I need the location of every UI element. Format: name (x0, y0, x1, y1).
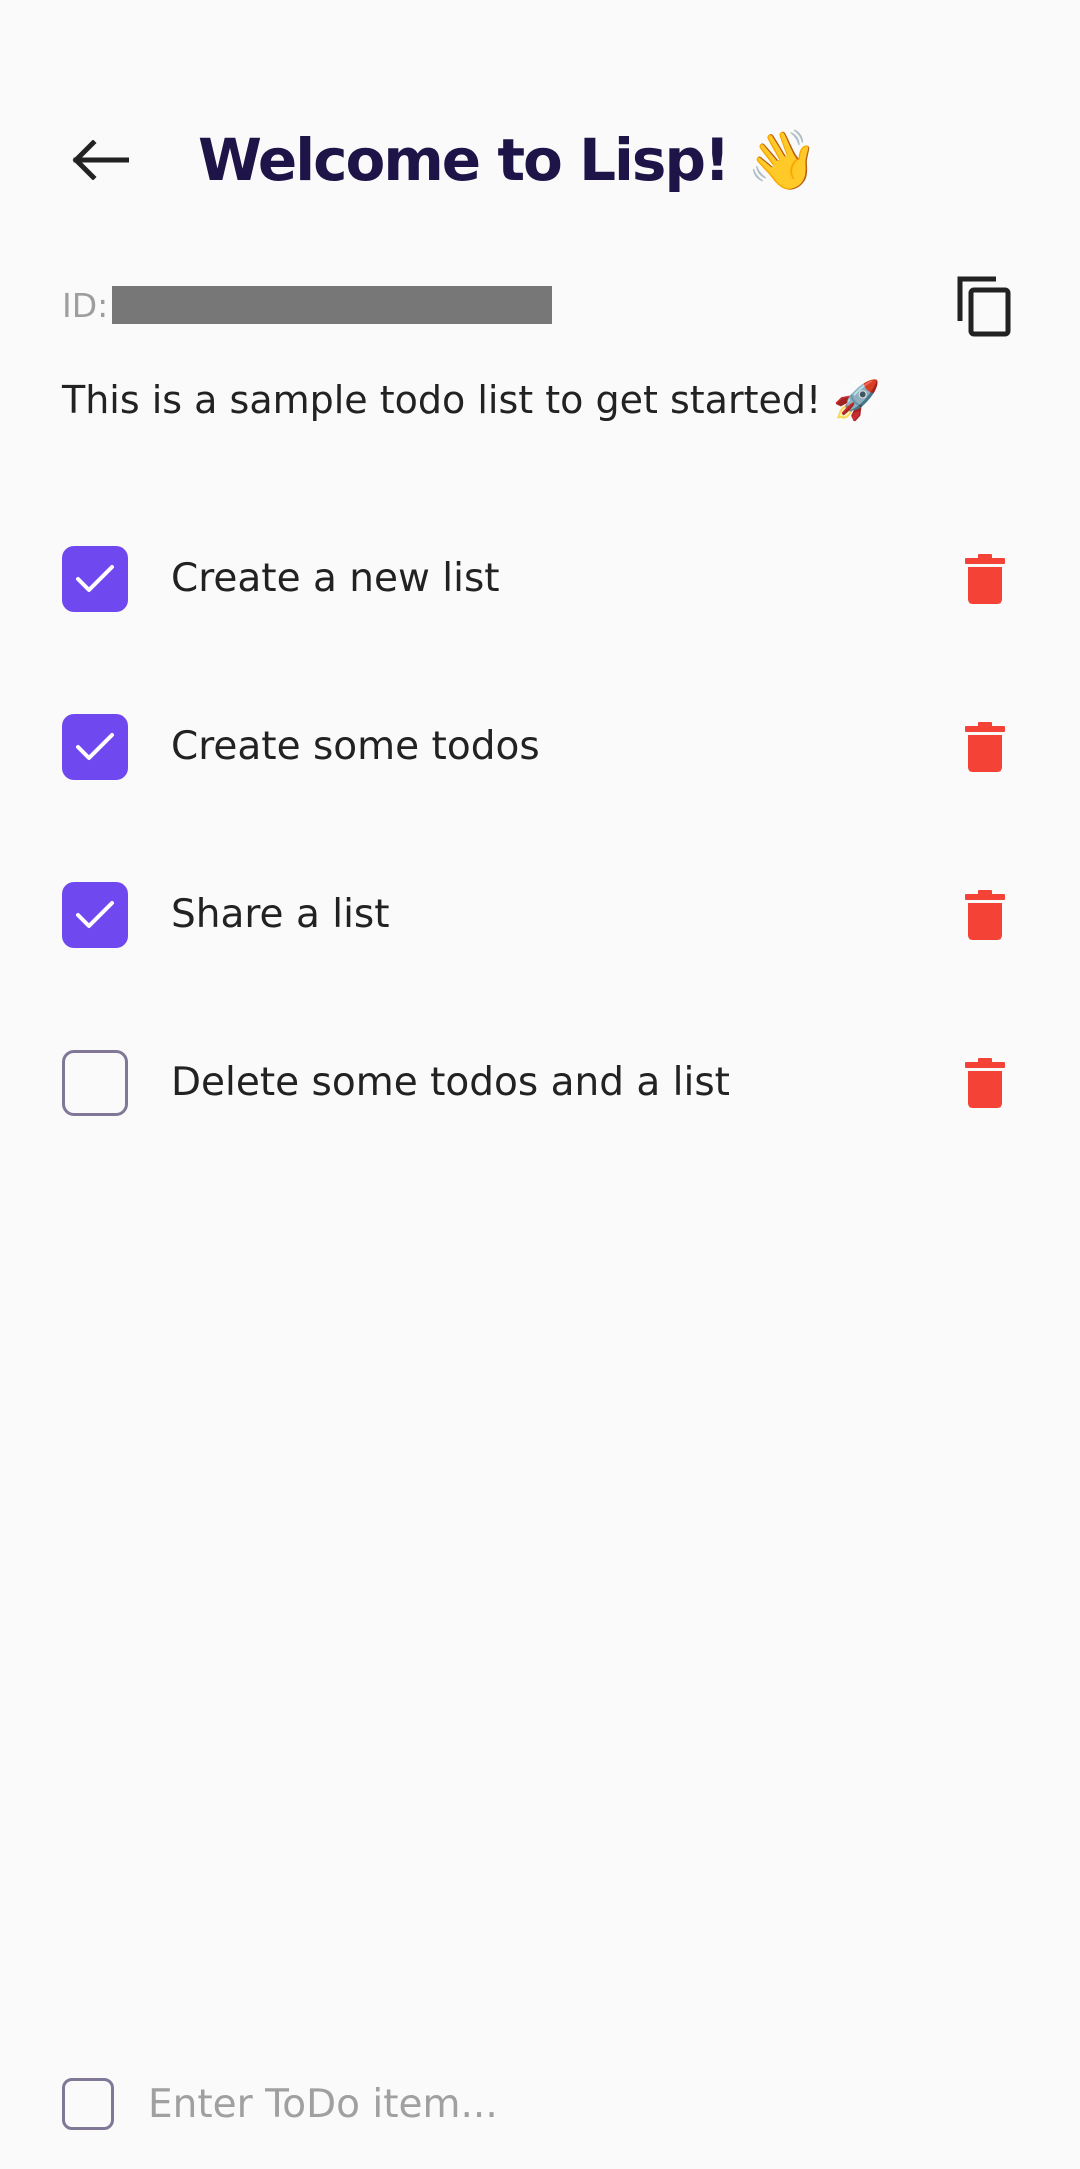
todo-checkbox[interactable] (62, 1050, 128, 1116)
todo-item: Share a list (0, 864, 1080, 1032)
trash-icon (965, 1058, 1005, 1108)
todo-checkbox[interactable] (62, 882, 128, 948)
todo-item: Delete some todos and a list (0, 1032, 1080, 1200)
back-button[interactable] (62, 128, 138, 192)
todo-item: Create a new list (0, 528, 1080, 696)
delete-todo-button[interactable] (955, 714, 1015, 780)
todo-checkbox[interactable] (62, 714, 128, 780)
new-todo-checkbox[interactable] (62, 2078, 114, 2130)
id-value-redacted (112, 286, 553, 324)
trash-icon (965, 554, 1005, 604)
new-todo-input[interactable] (148, 2076, 948, 2132)
todo-list: Create a new list Create some todos Share … (0, 528, 1080, 1200)
trash-icon (965, 890, 1005, 940)
header: Welcome to Lisp! 👋 (0, 108, 1080, 212)
check-icon (76, 901, 114, 928)
delete-todo-button[interactable] (955, 546, 1015, 612)
todo-item: Create some todos (0, 696, 1080, 864)
list-id-row: ID: (62, 282, 553, 328)
list-description: This is a sample todo list to get starte… (62, 378, 881, 422)
delete-todo-button[interactable] (955, 1050, 1015, 1116)
id-label: ID: (62, 285, 109, 325)
todo-text[interactable]: Create a new list (171, 546, 500, 612)
check-icon (76, 565, 114, 592)
todo-text[interactable]: Share a list (171, 882, 390, 948)
new-todo-row (62, 2076, 1020, 2132)
copy-id-button[interactable] (948, 270, 1020, 342)
page-title: Welcome to Lisp! 👋 (198, 126, 819, 194)
todo-text[interactable]: Create some todos (171, 714, 540, 780)
check-icon (76, 733, 114, 760)
todo-text[interactable]: Delete some todos and a list (171, 1050, 730, 1116)
trash-icon (965, 722, 1005, 772)
copy-icon (957, 276, 1011, 337)
todo-checkbox[interactable] (62, 546, 128, 612)
delete-todo-button[interactable] (955, 882, 1015, 948)
arrow-left-icon (72, 140, 129, 180)
